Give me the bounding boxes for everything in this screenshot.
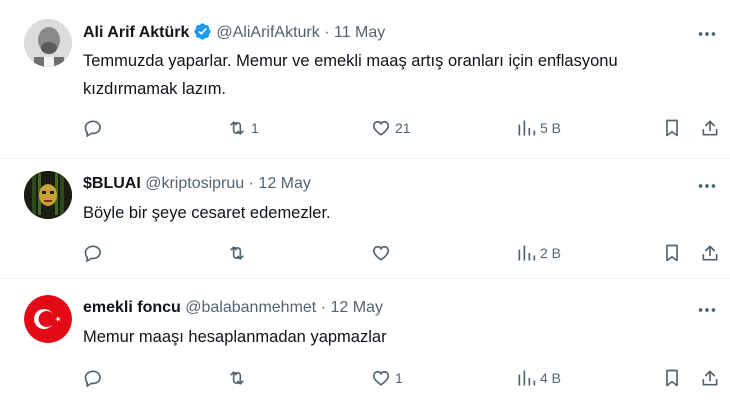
like-button[interactable]: 21 — [371, 117, 411, 139]
like-button[interactable]: 1 — [371, 367, 403, 389]
views-icon — [518, 120, 536, 136]
share-button[interactable] — [700, 117, 720, 139]
tweet[interactable]: Ali Arif Aktürk @AliArifAkturk · 11 May T… — [0, 0, 730, 158]
heart-icon — [372, 370, 390, 386]
share-icon — [702, 245, 718, 261]
reply-button[interactable] — [83, 367, 107, 389]
author-handle[interactable]: @AliArifAkturk — [216, 24, 319, 41]
author-name[interactable]: Ali Arif Aktürk — [83, 24, 189, 41]
separator-dot: · — [248, 175, 254, 192]
tweet-header: $BLUAI @kriptosipruu · 12 May — [83, 174, 311, 194]
reply-icon — [84, 370, 101, 388]
views-button[interactable]: 5 B — [516, 117, 561, 139]
like-button[interactable] — [371, 242, 395, 264]
tweet-header: Ali Arif Aktürk @AliArifAkturk · 11 May — [83, 22, 385, 43]
author-handle[interactable]: @balabanmehmet — [185, 299, 316, 316]
share-button[interactable] — [700, 242, 720, 264]
share-icon — [702, 370, 718, 386]
reply-button[interactable] — [83, 117, 107, 139]
retweet-icon — [230, 371, 244, 385]
retweet-button[interactable] — [227, 242, 251, 264]
author-name[interactable]: $BLUAI — [83, 175, 141, 192]
bookmark-icon — [666, 119, 678, 137]
bookmark-icon — [666, 369, 678, 387]
bookmark-button[interactable] — [662, 242, 682, 264]
tweet-date[interactable]: 12 May — [258, 175, 310, 192]
turkish-flag-icon — [24, 295, 72, 343]
views-count: 5 B — [540, 120, 562, 136]
retweet-button[interactable]: 1 — [227, 117, 259, 139]
views-button[interactable]: 2 B — [516, 242, 561, 264]
tweet[interactable]: emekli foncu @balabanmehmet · 12 May Mem… — [0, 279, 730, 420]
avatar-photo — [24, 19, 72, 67]
more-options-icon[interactable] — [696, 175, 718, 197]
verified-badge-icon — [193, 22, 212, 41]
views-icon — [518, 370, 536, 386]
retweet-count: 1 — [251, 120, 259, 136]
share-button[interactable] — [700, 367, 720, 389]
tweet-text: Memur maaşı hesaplanmadan yapmazlar — [83, 328, 387, 346]
reply-icon — [84, 245, 101, 263]
like-count: 1 — [395, 370, 403, 386]
more-options-icon[interactable] — [696, 23, 718, 45]
tweet-header: emekli foncu @balabanmehmet · 12 May — [83, 298, 383, 318]
share-icon — [702, 120, 718, 136]
retweet-icon — [230, 121, 244, 135]
author-handle[interactable]: @kriptosipruu — [145, 175, 244, 192]
avatar[interactable] — [24, 295, 72, 343]
author-name[interactable]: emekli foncu — [83, 299, 181, 316]
views-count: 2 B — [540, 245, 562, 261]
avatar[interactable] — [24, 19, 72, 67]
tweet[interactable]: $BLUAI @kriptosipruu · 12 May Böyle bir … — [0, 159, 730, 278]
heart-icon — [372, 120, 390, 136]
tweet-date[interactable]: 12 May — [330, 299, 382, 316]
bookmark-button[interactable] — [662, 367, 682, 389]
separator-dot: · — [320, 299, 327, 316]
reply-button[interactable] — [83, 242, 107, 264]
views-count: 4 B — [540, 370, 562, 386]
like-count: 21 — [395, 120, 411, 136]
tweet-date[interactable]: 11 May — [334, 24, 385, 41]
retweet-icon — [230, 246, 244, 260]
more-options-icon[interactable] — [696, 299, 718, 321]
bookmark-icon — [666, 244, 678, 262]
retweet-button[interactable] — [227, 367, 251, 389]
bookmark-button[interactable] — [662, 117, 682, 139]
views-icon — [518, 245, 536, 261]
reply-icon — [84, 120, 101, 138]
tweet-text: Temmuzda yaparlar. Memur ve emekli maaş … — [83, 52, 618, 98]
separator-dot: · — [324, 24, 330, 41]
heart-icon — [372, 245, 390, 261]
tweet-text: Böyle bir şeye cesaret edemezler. — [83, 204, 331, 222]
avatar[interactable] — [24, 171, 72, 219]
avatar-photo — [24, 171, 72, 219]
views-button[interactable]: 4 B — [516, 367, 561, 389]
